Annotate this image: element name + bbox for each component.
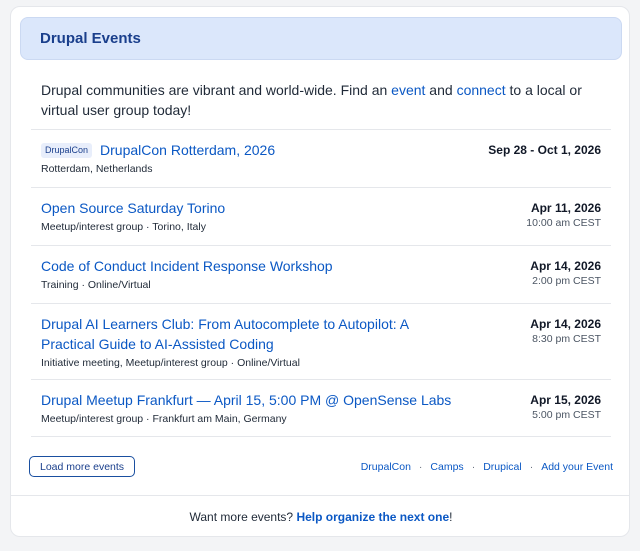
event-time: 5:00 pm CEST [532, 409, 601, 421]
event-row: Drupal AI Learners Club: From Autocomple… [31, 303, 611, 379]
event-meta: Training · Online/Virtual [41, 279, 151, 291]
events-actions: Load more events DrupalCon · Camps · Dru… [29, 456, 613, 477]
add-your-event-link[interactable]: Add your Event [541, 461, 613, 473]
event-title-link[interactable]: DrupalCon Rotterdam, 2026 [100, 142, 275, 158]
event-time: 8:30 pm CEST [532, 333, 601, 345]
load-more-button[interactable]: Load more events [29, 456, 136, 477]
event-row: Drupal Meetup Frankfurt — April 15, 5:00… [31, 379, 611, 437]
drupal-events-card: Drupal Events Drupal communities are vib… [10, 6, 630, 537]
link-separator: · [471, 460, 476, 473]
event-date: Apr 15, 2026 [530, 393, 601, 407]
event-meta: Meetup/interest group · Frankfurt am Mai… [41, 413, 287, 425]
card-header: Drupal Events [20, 17, 622, 60]
intro-text: Drupal communities are vibrant and world… [41, 82, 582, 118]
events-list: DrupalCon DrupalCon Rotterdam, 2026 Rotte… [31, 129, 611, 437]
event-date: Sep 28 - Oct 1, 2026 [488, 143, 601, 157]
organize-cta: Want more events? Help organize the next… [11, 495, 629, 536]
event-row: Code of Conduct Incident Response Worksh… [31, 245, 611, 303]
event-link[interactable]: event [391, 82, 425, 98]
event-title-link[interactable]: Open Source Saturday Torino [41, 200, 225, 216]
help-organize-link[interactable]: Help organize the next one [296, 510, 449, 524]
event-meta: Meetup/interest group · Torino, Italy [41, 221, 206, 233]
connect-link[interactable]: connect [457, 82, 506, 98]
drupalcon-link[interactable]: DrupalCon [361, 461, 411, 473]
event-meta: Rotterdam, Netherlands [41, 163, 153, 175]
event-row: Open Source Saturday Torino Meetup/inter… [31, 187, 611, 245]
event-time: 10:00 am CEST [526, 217, 601, 229]
event-date: Apr 11, 2026 [530, 201, 601, 215]
event-row: DrupalCon DrupalCon Rotterdam, 2026 Rotte… [31, 129, 611, 187]
event-type-badge: DrupalCon [41, 143, 93, 158]
camps-link[interactable]: Camps [430, 461, 463, 473]
link-separator: · [418, 460, 423, 473]
event-title-link[interactable]: Code of Conduct Incident Response Worksh… [41, 258, 333, 274]
event-title-link[interactable]: Drupal AI Learners Club: From Autocomple… [41, 316, 408, 352]
event-title-link[interactable]: Drupal Meetup Frankfurt — April 15, 5:00… [41, 392, 451, 408]
event-meta: Initiative meeting, Meetup/interest grou… [41, 357, 300, 369]
card-title: Drupal Events [40, 30, 141, 47]
link-separator: · [529, 460, 534, 473]
drupical-link[interactable]: Drupical [483, 461, 522, 473]
event-time: 2:00 pm CEST [532, 275, 601, 287]
event-date: Apr 14, 2026 [530, 317, 601, 331]
quick-links: DrupalCon · Camps · Drupical · Add your … [361, 461, 613, 473]
event-date: Apr 14, 2026 [530, 259, 601, 273]
